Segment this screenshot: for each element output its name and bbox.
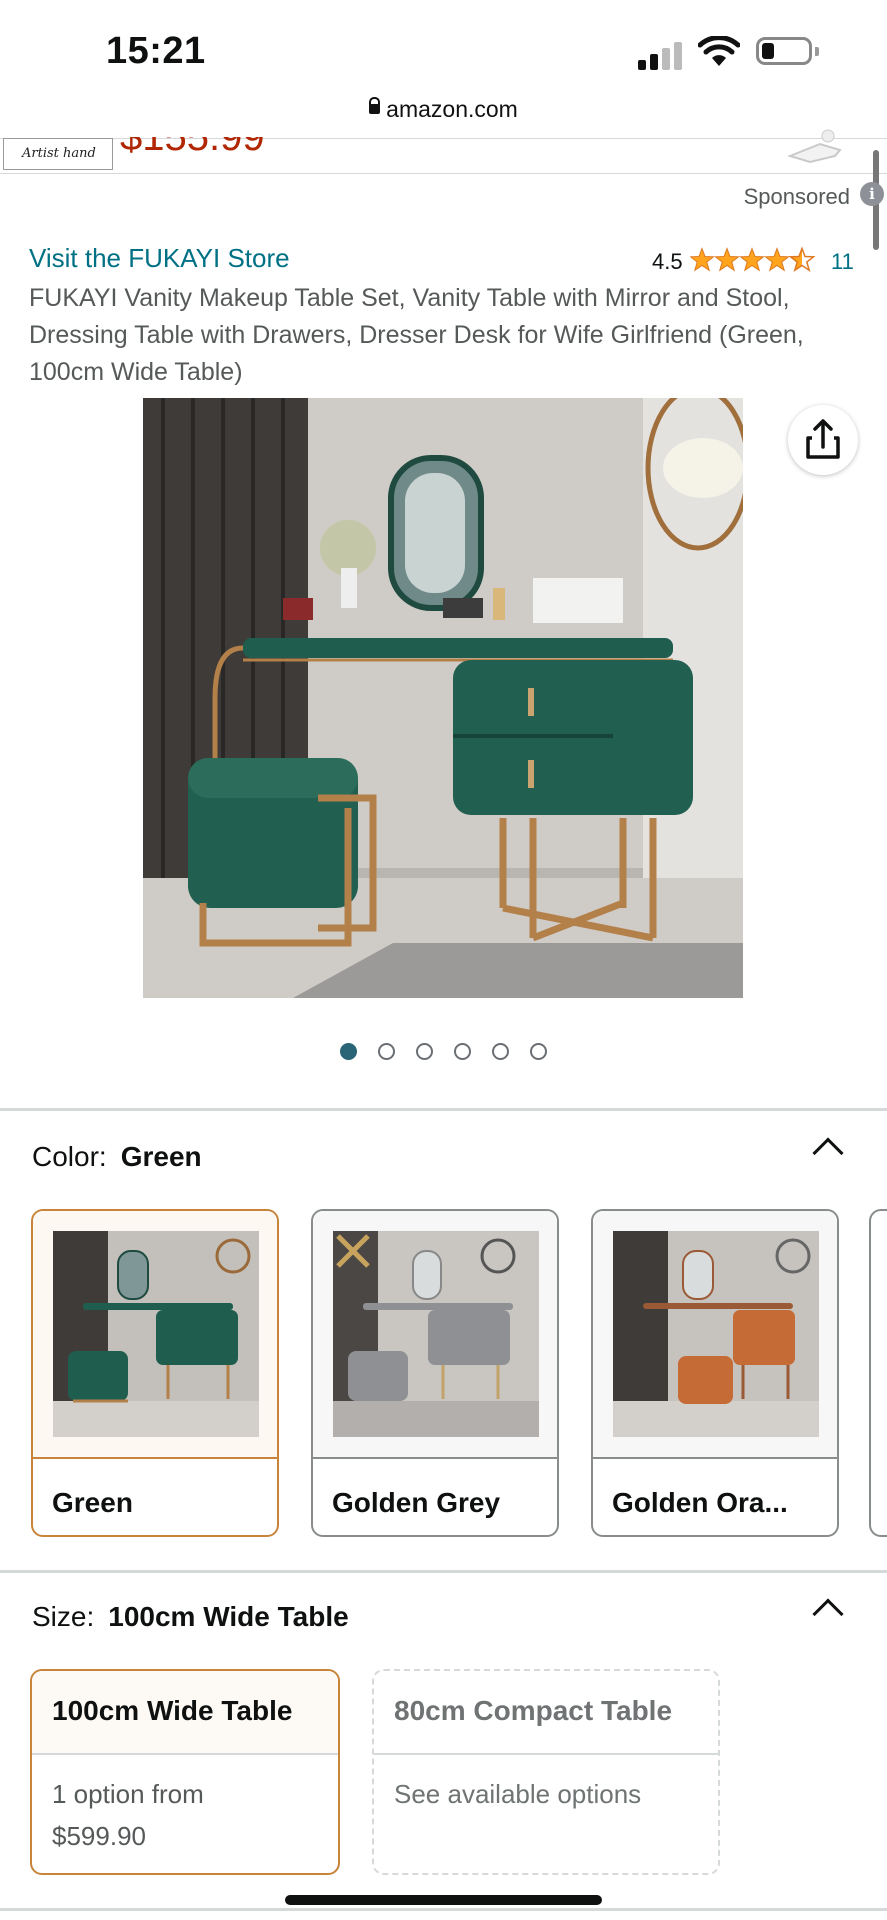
carousel-dot[interactable] (454, 1043, 471, 1060)
color-option-green[interactable]: Green (31, 1209, 279, 1537)
size-label: Size: (32, 1601, 95, 1632)
color-option-thumb (33, 1211, 277, 1459)
divider (0, 1908, 887, 1911)
carousel-dot[interactable] (416, 1043, 433, 1060)
color-option-golden-grey[interactable]: Golden Grey (311, 1209, 559, 1537)
image-carousel-dots[interactable] (0, 1043, 887, 1063)
home-indicator[interactable] (285, 1895, 602, 1905)
color-option-thumb (593, 1211, 837, 1459)
size-option-availability: 1 option from (52, 1779, 204, 1809)
chevron-up-icon[interactable] (812, 1137, 844, 1169)
size-option-header: 100cm Wide Table (32, 1671, 338, 1755)
color-option-label: Golden Grey (332, 1487, 501, 1518)
wifi-icon (698, 36, 740, 66)
size-option-100cm[interactable]: 100cm Wide Table 1 option from $599.90 (30, 1669, 340, 1875)
size-option-body: 1 option from $599.90 (52, 1773, 204, 1857)
store-link[interactable]: Visit the FUKAYI Store (29, 243, 290, 274)
size-option-price: $599.90 (52, 1821, 146, 1851)
color-option-golden-orange[interactable]: Golden Ora... (591, 1209, 839, 1537)
lock-icon (369, 96, 381, 114)
swatch-image (613, 1231, 819, 1437)
status-time: 15:21 (106, 30, 206, 72)
rating-stars-icon[interactable] (690, 244, 820, 274)
carousel-dot[interactable] (340, 1043, 357, 1060)
share-button[interactable] (788, 405, 858, 475)
swatch-image (53, 1231, 259, 1437)
divider (0, 1108, 887, 1111)
url-text: amazon.com (386, 96, 518, 122)
battery-nub (815, 47, 819, 56)
sponsored-label: Sponsored (743, 184, 850, 209)
carousel-dot[interactable] (378, 1043, 395, 1060)
battery-icon (756, 37, 812, 65)
color-option-next-partial[interactable] (869, 1209, 887, 1537)
size-option-80cm[interactable]: 80cm Compact Table See available options (372, 1669, 720, 1875)
ad-brand-text: Artist hand (22, 146, 96, 161)
chevron-up-icon[interactable] (812, 1598, 844, 1630)
cellular-signal-icon (638, 40, 684, 70)
size-section-header[interactable]: Size: 100cm Wide Table (32, 1601, 349, 1633)
rating-count[interactable]: 11 (831, 249, 854, 275)
ad-product-image (786, 129, 842, 164)
share-icon (806, 419, 840, 459)
info-icon[interactable]: i (860, 182, 884, 206)
size-selected-value: 100cm Wide Table (108, 1601, 349, 1632)
swatch-image (333, 1231, 539, 1437)
divider (0, 1570, 887, 1573)
product-title: FUKAYI Vanity Makeup Table Set, Vanity T… (29, 284, 804, 386)
carousel-dot[interactable] (492, 1043, 509, 1060)
rating-value: 4.5 (652, 249, 683, 274)
color-section-header[interactable]: Color: Green (32, 1141, 202, 1173)
size-option-header: 80cm Compact Table (374, 1671, 718, 1755)
color-option-label: Green (52, 1487, 133, 1518)
color-option-label: Golden Ora... (612, 1487, 788, 1518)
size-option-availability: See available options (394, 1779, 642, 1809)
color-selected-value: Green (120, 1141, 202, 1172)
product-image[interactable] (143, 398, 743, 998)
size-option-title: 80cm Compact Table (394, 1695, 673, 1726)
carousel-dot[interactable] (530, 1043, 547, 1060)
color-label: Color: (32, 1141, 107, 1172)
size-option-title: 100cm Wide Table (52, 1695, 293, 1726)
color-option-thumb (313, 1211, 557, 1459)
address-bar[interactable]: amazon.com (0, 96, 887, 123)
size-option-body: See available options (394, 1773, 641, 1815)
